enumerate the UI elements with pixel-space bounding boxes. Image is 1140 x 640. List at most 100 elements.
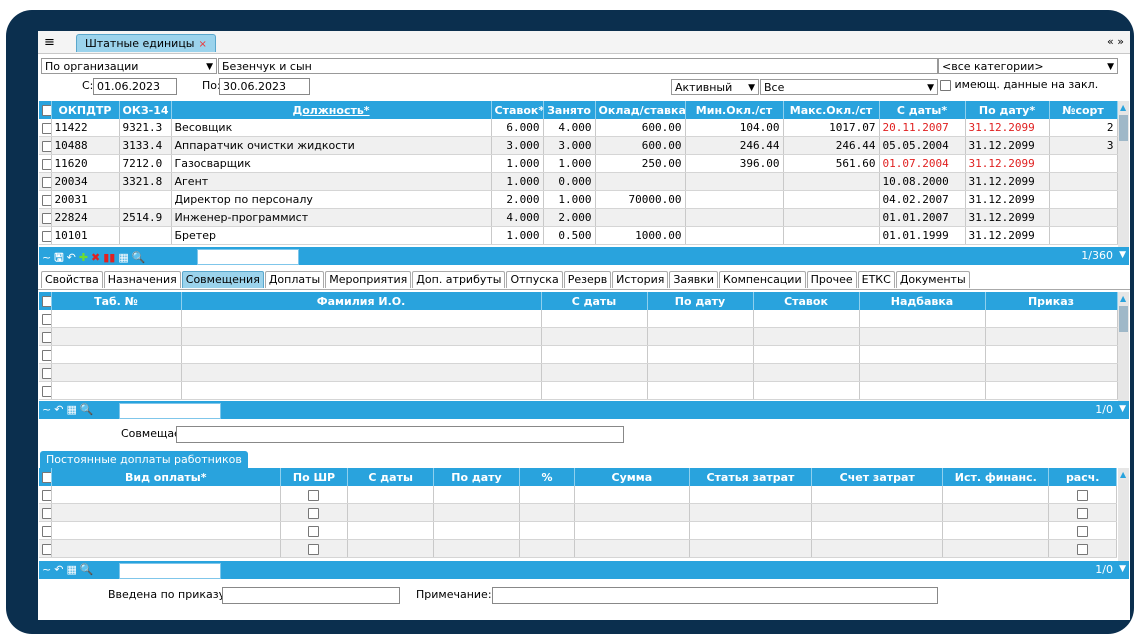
table-row[interactable] xyxy=(39,486,1117,504)
table-cell[interactable]: Инженер-программист xyxy=(171,208,492,227)
checkbox[interactable] xyxy=(1077,543,1089,555)
table-cell[interactable] xyxy=(859,310,986,328)
table-cell[interactable]: Весовщик xyxy=(171,119,492,137)
table-cell[interactable]: 10101 xyxy=(51,226,120,245)
table-cell[interactable] xyxy=(811,486,944,504)
add-icon[interactable]: ✚ xyxy=(79,251,88,264)
checkbox[interactable] xyxy=(42,507,51,519)
table-cell[interactable]: 0.000 xyxy=(543,172,596,191)
table-cell[interactable] xyxy=(347,521,435,540)
table-cell[interactable]: 9321.3 xyxy=(119,119,172,137)
status2-select[interactable]: Все ▼ xyxy=(760,79,938,95)
table-row[interactable] xyxy=(39,381,1118,400)
table-cell[interactable] xyxy=(280,503,349,522)
select-all-cell[interactable] xyxy=(39,292,52,310)
checkbox[interactable] xyxy=(308,489,320,501)
table-cell[interactable] xyxy=(942,503,1050,522)
checkbox[interactable] xyxy=(42,105,50,116)
filter-icon[interactable]: 🔍 xyxy=(80,563,94,576)
order-input[interactable] xyxy=(222,587,400,604)
table-cell[interactable] xyxy=(942,521,1050,540)
table-cell[interactable]: 3.000 xyxy=(491,136,544,155)
save-icon[interactable]: 🖫 xyxy=(54,251,63,264)
undo-icon[interactable]: ↶ xyxy=(54,403,63,416)
table-cell[interactable]: Аппаратчик очистки жидкости xyxy=(171,136,492,155)
checkbox[interactable] xyxy=(308,525,320,537)
table-cell[interactable] xyxy=(753,345,860,364)
row-select-cell[interactable] xyxy=(39,119,52,137)
table-cell[interactable] xyxy=(541,345,648,364)
checkbox[interactable] xyxy=(42,230,50,242)
excel-icon[interactable]: ▦ xyxy=(66,563,76,576)
scroll-thumb[interactable] xyxy=(1119,115,1128,141)
table-cell[interactable] xyxy=(783,226,880,245)
checkbox[interactable] xyxy=(42,385,50,397)
main-scrollbar[interactable]: ▲ xyxy=(1118,101,1129,247)
checkbox[interactable] xyxy=(1077,489,1089,501)
table-cell[interactable] xyxy=(574,486,690,504)
table-cell[interactable] xyxy=(347,539,435,558)
table-cell[interactable] xyxy=(1048,539,1117,558)
table-cell[interactable] xyxy=(689,521,813,540)
excel-icon[interactable]: ▦ xyxy=(118,251,128,264)
checkbox[interactable] xyxy=(42,158,50,170)
category-select[interactable]: <все категории> ▼ xyxy=(938,58,1118,74)
chevron-up-icon[interactable]: ▲ xyxy=(1120,103,1126,112)
org-name-field[interactable]: Безенчук и сын xyxy=(218,58,938,74)
table-cell[interactable]: 7212.0 xyxy=(119,154,172,173)
table-cell[interactable] xyxy=(181,345,542,364)
col-min-salary[interactable]: Мин.Окл./ст xyxy=(685,101,784,119)
checkbox[interactable] xyxy=(42,525,51,537)
table-cell[interactable]: 1.000 xyxy=(491,154,544,173)
table-cell[interactable] xyxy=(51,381,182,400)
checkbox[interactable] xyxy=(42,296,50,307)
chevron-up-icon[interactable]: ▲ xyxy=(1120,470,1126,479)
row-select-cell[interactable] xyxy=(39,486,52,504)
table-cell[interactable] xyxy=(119,226,172,245)
table-cell[interactable] xyxy=(811,521,944,540)
table-row[interactable]: 11620 7212.0 Газосварщик 1.000 1.000 250.00 39… xyxy=(39,154,1118,173)
grid-search-input[interactable] xyxy=(119,563,221,579)
table-cell[interactable] xyxy=(595,172,686,191)
table-cell[interactable]: 22824 xyxy=(51,208,120,227)
table-cell[interactable] xyxy=(519,521,576,540)
table-cell[interactable] xyxy=(985,327,1118,346)
tab-13[interactable]: Документы xyxy=(895,271,970,288)
undo-icon[interactable]: ↶ xyxy=(67,251,76,264)
tab-1[interactable]: Назначения xyxy=(103,271,181,288)
row-select-cell[interactable] xyxy=(39,363,52,382)
table-cell[interactable] xyxy=(1049,172,1118,191)
filter-icon[interactable]: 🔍 xyxy=(132,251,146,264)
grid-search-input[interactable] xyxy=(197,249,299,265)
table-cell[interactable]: 70000.00 xyxy=(595,190,686,209)
table-cell[interactable]: 20034 xyxy=(51,172,120,191)
table-cell[interactable] xyxy=(51,327,182,346)
table-cell[interactable] xyxy=(519,539,576,558)
col-date-to[interactable]: По дату xyxy=(647,292,754,310)
table-cell[interactable]: 3.000 xyxy=(543,136,596,155)
row-select-cell[interactable] xyxy=(39,381,52,400)
col-cost-item[interactable]: Статья затрат xyxy=(689,468,813,486)
table-cell[interactable] xyxy=(753,381,860,400)
table-row[interactable]: 10488 3133.4 Аппаратчик очистки жидкости 3.… xyxy=(39,136,1118,155)
tab-permanent-payments[interactable]: Постоянные доплаты работников xyxy=(40,451,248,468)
col-occupied[interactable]: Занято xyxy=(543,101,596,119)
table-cell[interactable] xyxy=(541,381,648,400)
menu-icon[interactable]: ≡ xyxy=(44,35,55,50)
table-cell[interactable]: 6.000 xyxy=(491,119,544,137)
table-cell[interactable] xyxy=(541,327,648,346)
checkbox[interactable] xyxy=(42,313,50,325)
table-cell[interactable] xyxy=(574,521,690,540)
table-cell[interactable]: 3321.8 xyxy=(119,172,172,191)
table-cell[interactable]: 31.12.2099 xyxy=(965,154,1050,173)
col-sort[interactable]: №сорт xyxy=(1049,101,1118,119)
col-okz[interactable]: ОКЗ-14 xyxy=(119,101,172,119)
table-cell[interactable] xyxy=(433,503,520,522)
table-cell[interactable]: 01.01.1999 xyxy=(879,226,966,245)
checkbox[interactable] xyxy=(42,212,50,224)
table-cell[interactable] xyxy=(985,345,1118,364)
table-cell[interactable] xyxy=(753,327,860,346)
tab-0[interactable]: Свойства xyxy=(41,271,103,288)
table-cell[interactable] xyxy=(689,503,813,522)
table-cell[interactable]: 250.00 xyxy=(595,154,686,173)
